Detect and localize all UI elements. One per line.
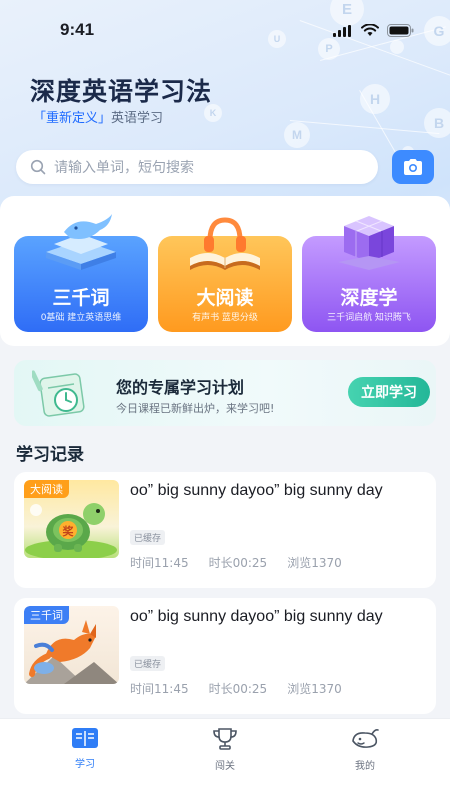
- study-plan-card[interactable]: 您的专属学习计划 今日课程已新鲜出炉，来学习吧! 立即学习: [14, 360, 436, 426]
- feature-subtitle: 0基础 建立英语思维: [40, 313, 122, 323]
- plan-title: 您的专属学习计划: [116, 378, 245, 397]
- record-title: oo” big sunny dayoo” big sunny day: [130, 608, 383, 625]
- start-learning-button[interactable]: 立即学习: [348, 377, 430, 407]
- bubble-letter: M: [284, 122, 310, 148]
- record-tag: 三千词: [24, 606, 69, 624]
- record-views: 浏览1370: [287, 682, 342, 696]
- tab-label: 闯关: [215, 761, 235, 772]
- search-input[interactable]: 请输入单词，短句搜索: [16, 150, 378, 184]
- feature-card-dayuedu[interactable]: 大阅读 有声书 蓝思分级: [158, 217, 292, 332]
- svg-text:奖: 奖: [63, 524, 75, 538]
- status-time: 9:41: [60, 20, 95, 39]
- camera-icon: [404, 159, 422, 175]
- search-placeholder: 请输入单词，短句搜索: [54, 160, 194, 176]
- record-tag: 大阅读: [24, 480, 69, 498]
- record-card[interactable]: 大阅读 奖 oo” big sunny dayoo” big sunny day…: [14, 472, 436, 588]
- feature-title: 深度学: [340, 287, 398, 309]
- book-whale-illustration: [46, 214, 116, 270]
- feature-card-shenduxue[interactable]: 深度学 三千词启航 知识腾飞: [302, 216, 436, 332]
- subtitle-text: 英语学习: [111, 111, 164, 126]
- tab-challenge[interactable]: 闯关: [185, 727, 265, 772]
- record-time: 时间11:45: [130, 556, 189, 570]
- record-duration: 时长00:25: [208, 556, 268, 570]
- bottom-tab-bar: 学习 闯关 我的: [0, 718, 450, 800]
- cached-badge: 已缓存: [130, 656, 166, 671]
- cached-badge: 已缓存: [130, 530, 166, 545]
- status-bar: 9:41: [0, 0, 450, 60]
- whale-icon: [352, 729, 379, 748]
- battery-icon: [387, 24, 414, 37]
- record-meta: 时间11:45 时长00:25 浏览1370: [130, 680, 342, 697]
- bubble-letter: B: [424, 108, 450, 138]
- record-time: 时间11:45: [130, 682, 189, 696]
- book-headphones-illustration: [190, 217, 260, 270]
- camera-search-button[interactable]: [392, 150, 434, 184]
- cube-illustration: [338, 216, 400, 270]
- subtitle-highlight: 「重新定义」: [33, 111, 112, 126]
- feature-card-sanqianci[interactable]: 三千词 0基础 建立英语思维: [14, 214, 148, 332]
- record-thumbnail: 大阅读 奖: [24, 480, 119, 558]
- book-icon: [72, 728, 98, 748]
- record-card[interactable]: 三千词 oo” big sunny dayoo” big sunny day 已…: [14, 598, 436, 714]
- feature-title: 三千词: [52, 287, 110, 309]
- record-title: oo” big sunny dayoo” big sunny day: [130, 482, 383, 499]
- tab-mine[interactable]: 我的: [325, 727, 405, 772]
- tab-label: 我的: [355, 761, 375, 772]
- signal-icon: [333, 24, 351, 37]
- tab-study[interactable]: 学习: [45, 727, 125, 770]
- wifi-icon: [361, 24, 379, 36]
- trophy-icon: [213, 728, 237, 750]
- page-subtitle: 「重新定义」英语学习: [33, 107, 163, 126]
- record-meta: 时间11:45 时长00:25 浏览1370: [130, 554, 342, 571]
- records-section-title: 学习记录: [16, 445, 84, 465]
- search-icon: [30, 159, 46, 175]
- feature-subtitle: 有声书 蓝思分级: [192, 313, 258, 323]
- calendar-clock-icon: [32, 370, 85, 417]
- tab-label: 学习: [75, 759, 95, 770]
- plan-subtitle: 今日课程已新鲜出炉，来学习吧!: [116, 402, 275, 415]
- feature-title: 大阅读: [196, 287, 254, 309]
- record-duration: 时长00:25: [208, 682, 268, 696]
- bubble-letter: H: [360, 84, 390, 114]
- record-thumbnail: 三千词: [24, 606, 119, 684]
- status-icons: [333, 24, 414, 37]
- page-title: 深度英语学习法: [30, 77, 213, 106]
- record-views: 浏览1370: [287, 556, 342, 570]
- feature-subtitle: 三千词启航 知识腾飞: [327, 313, 411, 323]
